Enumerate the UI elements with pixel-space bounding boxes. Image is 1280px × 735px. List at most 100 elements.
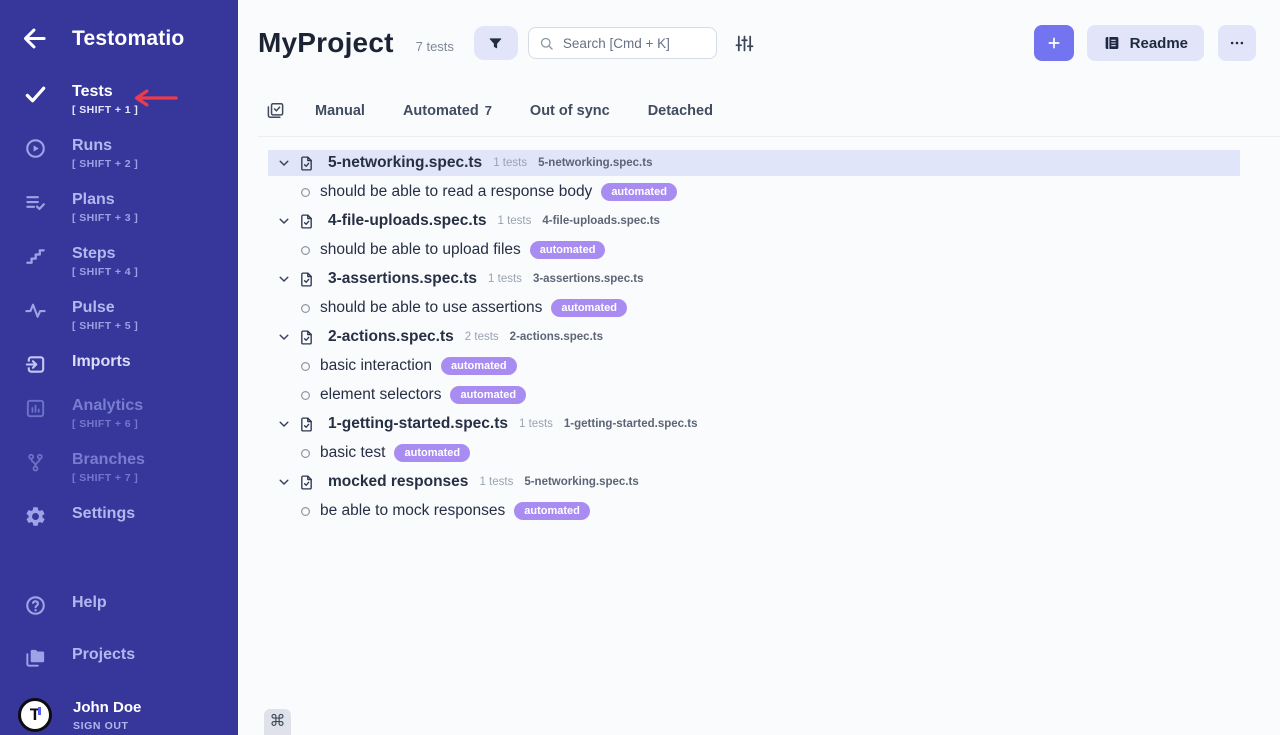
test-group-row[interactable]: 3-assertions.spec.ts 1 tests 3-assertion… — [268, 266, 1240, 292]
select-all-icon[interactable] — [266, 101, 285, 120]
group-file-path: 1-getting-started.spec.ts — [564, 418, 698, 430]
chevron-down-icon[interactable] — [277, 475, 291, 489]
sidebar-item-plans[interactable]: Plans [ SHIFT + 3 ] — [0, 191, 238, 224]
chevron-down-icon[interactable] — [277, 214, 291, 228]
sidebar-item-analytics[interactable]: Analytics [ SHIFT + 6 ] — [0, 397, 238, 430]
automated-badge: automated — [601, 183, 677, 201]
user-account[interactable]: T John Doe SIGN OUT — [0, 698, 238, 732]
chevron-down-icon[interactable] — [277, 417, 291, 431]
tab-count: 7 — [485, 103, 492, 118]
sidebar-item-runs[interactable]: Runs [ SHIFT + 2 ] — [0, 137, 238, 170]
test-group-row[interactable]: 2-actions.spec.ts 2 tests 2-actions.spec… — [268, 324, 1240, 350]
sign-out-link[interactable]: SIGN OUT — [73, 720, 141, 732]
group-title: 3-assertions.spec.ts — [328, 270, 477, 288]
sidebar-item-pulse[interactable]: Pulse [ SHIFT + 5 ] — [0, 299, 238, 332]
import-icon — [24, 353, 47, 376]
sidebar-item-tests[interactable]: Tests [ SHIFT + 1 ] — [0, 83, 238, 116]
group-test-count: 1 tests — [493, 157, 527, 169]
main-header: MyProject 7 tests Readme — [258, 25, 1256, 61]
test-row[interactable]: basic interaction automated — [268, 353, 1240, 379]
test-status-circle-icon — [300, 390, 311, 401]
test-row[interactable]: should be able to read a response body a… — [268, 179, 1240, 205]
sidebar: Testomatio Tests [ SHIFT + 1 ] — [0, 0, 238, 735]
test-title: should be able to upload files — [320, 241, 521, 259]
tab-automated[interactable]: Automated 7 — [403, 103, 492, 119]
group-title: 1-getting-started.spec.ts — [328, 415, 508, 433]
group-title: 5-networking.spec.ts — [328, 154, 482, 172]
sidebar-item-settings[interactable]: Settings — [0, 505, 238, 528]
group-title: 2-actions.spec.ts — [328, 328, 454, 346]
sidebar-item-label: Steps — [72, 245, 116, 262]
test-list: 5-networking.spec.ts 1 tests 5-networkin… — [268, 150, 1240, 524]
sidebar-item-imports[interactable]: Imports — [0, 353, 238, 376]
test-row[interactable]: should be able to use assertions automat… — [268, 295, 1240, 321]
group-file-path: 2-actions.spec.ts — [510, 331, 603, 343]
test-group-row[interactable]: 1-getting-started.spec.ts 1 tests 1-gett… — [268, 411, 1240, 437]
chevron-down-icon[interactable] — [277, 156, 291, 170]
avatar: T — [18, 698, 52, 732]
group-test-count: 2 tests — [465, 331, 499, 343]
test-row[interactable]: element selectors automated — [268, 382, 1240, 408]
test-row[interactable]: be able to mock responses automated — [268, 498, 1240, 524]
group-test-count: 1 tests — [488, 273, 522, 285]
chevron-down-icon[interactable] — [277, 330, 291, 344]
search-box[interactable] — [528, 27, 717, 59]
stairs-icon — [24, 245, 47, 268]
test-status-circle-icon — [300, 448, 311, 459]
group-file-path: 5-networking.spec.ts — [524, 476, 638, 488]
tab-manual[interactable]: Manual — [315, 103, 365, 119]
test-row[interactable]: should be able to upload files automated — [268, 237, 1240, 263]
group-test-count: 1 tests — [519, 418, 553, 430]
sidebar-item-branches[interactable]: Branches [ SHIFT + 7 ] — [0, 451, 238, 484]
test-group-row[interactable]: mocked responses 1 tests 5-networking.sp… — [268, 469, 1240, 495]
tab-out-of-sync[interactable]: Out of sync — [530, 103, 610, 119]
readme-label: Readme — [1130, 35, 1188, 52]
sidebar-item-label: Runs — [72, 137, 112, 154]
sidebar-item-label: Settings — [72, 505, 135, 522]
activity-icon — [24, 299, 47, 322]
file-check-icon — [298, 271, 315, 288]
sidebar-item-shortcut: [ SHIFT + 4 ] — [72, 266, 138, 278]
funnel-icon — [488, 36, 503, 51]
command-shortcut-button[interactable]: ⌘ — [264, 709, 291, 735]
group-test-count: 1 tests — [497, 215, 531, 227]
readme-button[interactable]: Readme — [1087, 25, 1204, 61]
chevron-down-icon[interactable] — [277, 272, 291, 286]
automated-badge: automated — [514, 502, 590, 520]
sidebar-item-help[interactable]: Help — [0, 594, 238, 617]
page-title: MyProject — [258, 26, 394, 60]
sidebar-item-steps[interactable]: Steps [ SHIFT + 4 ] — [0, 245, 238, 278]
more-options-button[interactable] — [1218, 25, 1256, 61]
file-check-icon — [298, 474, 315, 491]
group-test-count: 1 tests — [479, 476, 513, 488]
app-brand: Testomatio — [72, 27, 184, 51]
test-title: basic test — [320, 444, 385, 462]
test-group-row[interactable]: 5-networking.spec.ts 1 tests 5-networkin… — [268, 150, 1240, 176]
add-button[interactable] — [1034, 25, 1074, 61]
test-title: should be able to read a response body — [320, 183, 592, 201]
back-arrow-icon[interactable] — [21, 25, 48, 52]
test-status-circle-icon — [300, 506, 311, 517]
file-check-icon — [298, 213, 315, 230]
filter-button[interactable] — [474, 26, 518, 60]
help-circle-icon — [24, 594, 47, 617]
sidebar-item-label: Imports — [72, 353, 131, 370]
tab-detached[interactable]: Detached — [648, 103, 713, 119]
search-icon — [539, 36, 554, 51]
sidebar-item-label: Projects — [72, 646, 135, 663]
play-circle-icon — [24, 137, 47, 160]
sidebar-item-label: Pulse — [72, 299, 115, 316]
test-title: element selectors — [320, 386, 441, 404]
display-settings-icon[interactable] — [734, 33, 755, 54]
main-panel: MyProject 7 tests Readme Manual — [238, 0, 1280, 735]
list-check-icon — [24, 191, 47, 214]
test-row[interactable]: basic test automated — [268, 440, 1240, 466]
sidebar-item-shortcut: [ SHIFT + 2 ] — [72, 158, 138, 170]
ellipsis-icon — [1228, 34, 1246, 52]
sidebar-item-projects[interactable]: Projects — [0, 646, 238, 669]
automated-badge: automated — [551, 299, 627, 317]
test-group-row[interactable]: 4-file-uploads.spec.ts 1 tests 4-file-up… — [268, 208, 1240, 234]
automated-badge: automated — [394, 444, 470, 462]
file-check-icon — [298, 416, 315, 433]
search-input[interactable] — [563, 36, 706, 51]
